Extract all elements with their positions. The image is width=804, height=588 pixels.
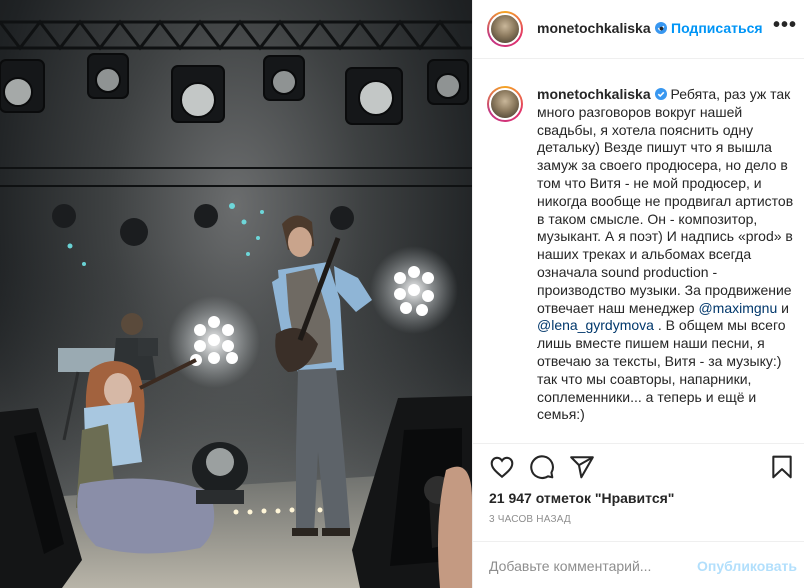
bookmark-icon[interactable] [769, 454, 795, 480]
comments-area[interactable]: monetochkaliska Ребята, раз уж так много… [473, 60, 804, 443]
post-timestamp[interactable]: 3 ЧАСОВ НАЗАД [489, 514, 571, 525]
follow-button[interactable]: Подписаться [671, 20, 763, 36]
author-username-link[interactable]: monetochkaliska [537, 20, 667, 36]
verified-badge-icon [654, 88, 667, 100]
led-cluster-left [168, 296, 260, 388]
header-separator: • [659, 20, 664, 36]
add-comment-bar: Опубликовать [473, 541, 804, 588]
led-cluster-right [370, 246, 458, 334]
likes-count-button[interactable]: 21 947 отметок "Нравится" [489, 490, 674, 506]
author-avatar[interactable] [487, 11, 523, 47]
concert-scene [0, 19, 472, 588]
publish-button[interactable]: Опубликовать [697, 558, 797, 574]
post-caption: monetochkaliska Ребята, раз уж так много… [537, 86, 795, 424]
mention-link-lena-gyrdymova[interactable]: @lena_gyrdymova [537, 317, 654, 333]
caption-text-part-1: Ребята, раз уж так много разговоров вокр… [537, 86, 794, 316]
heart-icon[interactable] [489, 454, 515, 480]
post-photo[interactable] [0, 0, 472, 588]
paper-plane-icon[interactable] [569, 454, 595, 480]
comment-input[interactable] [489, 556, 689, 576]
post-details-panel: monetochkaliska • Подписаться ••• moneto… [472, 0, 804, 588]
more-options-button[interactable]: ••• [773, 14, 797, 37]
author-username: monetochkaliska [537, 20, 651, 36]
post-header: monetochkaliska • Подписаться ••• [473, 0, 804, 59]
caption-text-part-2: и [777, 299, 789, 316]
caption-author-avatar[interactable] [487, 86, 523, 122]
moving-head-light [192, 442, 248, 504]
caption-author-username[interactable]: monetochkaliska [537, 86, 651, 102]
action-bar [473, 443, 804, 491]
stage-lights-top [0, 53, 469, 125]
comment-icon[interactable] [529, 454, 555, 480]
mention-link-maximgnu[interactable]: @maximgnu [698, 300, 777, 316]
